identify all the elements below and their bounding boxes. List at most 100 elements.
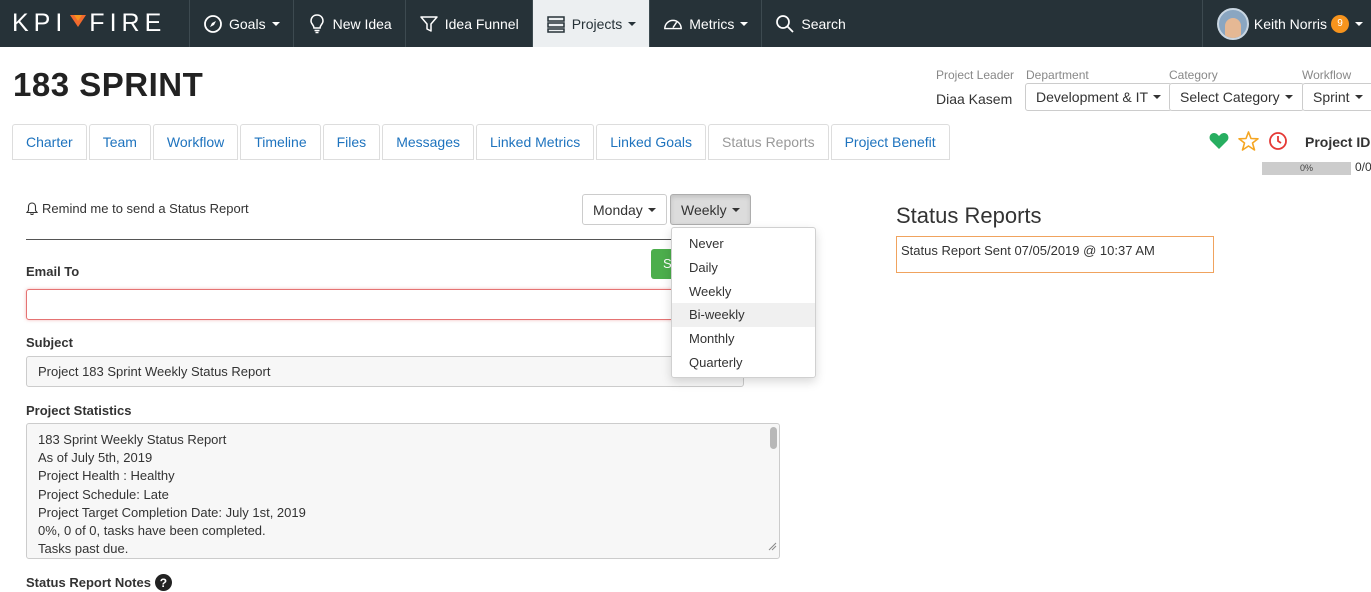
frequency-select-value: Weekly (681, 201, 727, 218)
stats-line: 183 Sprint Weekly Status Report (38, 432, 227, 447)
project-statistics-textarea[interactable]: 183 Sprint Weekly Status Report As of Ju… (26, 423, 780, 559)
category-select[interactable]: Select Category (1169, 83, 1304, 111)
progress-count: 0/0 (1355, 160, 1371, 174)
email-label: Email To (26, 264, 80, 279)
status-report-entry[interactable]: Status Report Sent 07/05/2019 @ 10:37 AM (896, 236, 1214, 273)
heart-icon[interactable] (1209, 132, 1229, 150)
category-label: Category (1169, 68, 1218, 82)
project-progress-bar: 0% (1262, 162, 1351, 175)
frequency-option-daily[interactable]: Daily (672, 256, 815, 280)
tab-workflow[interactable]: Workflow (152, 124, 239, 160)
tab-charter[interactable]: Charter (12, 124, 87, 160)
project-statistics-label: Project Statistics (26, 403, 132, 418)
subject-value: Project 183 Sprint Weekly Status Report (38, 364, 271, 379)
project-actions (1209, 131, 1297, 151)
day-select-value: Monday (593, 201, 643, 218)
gauge-icon (663, 14, 683, 34)
nav-metrics[interactable]: Metrics (650, 0, 763, 47)
chevron-down-icon (740, 21, 749, 26)
chevron-down-icon (628, 21, 637, 26)
frequency-dropdown-menu: Never Daily Weekly Bi-weekly Monthly Qua… (671, 227, 816, 378)
stats-line: As of July 5th, 2019 (38, 450, 153, 466)
stats-line: Project Schedule: Late (38, 486, 169, 502)
chevron-down-icon (1153, 95, 1162, 99)
category-value: Select Category (1180, 89, 1280, 105)
compass-icon (203, 14, 223, 34)
reminder-text: Remind me to send a Status Report (42, 201, 249, 216)
scrollbar-thumb[interactable] (770, 427, 777, 449)
stats-line: 0%, 0 of 0, tasks have been completed. (38, 523, 266, 539)
page-title: 183 SPRINT (13, 66, 204, 103)
nav-search-label: Search (801, 15, 846, 32)
logo-text-right: FIRE (89, 9, 167, 37)
project-leader-label: Project Leader (936, 68, 1015, 82)
tab-project-benefit[interactable]: Project Benefit (830, 124, 950, 160)
star-icon[interactable] (1238, 131, 1259, 151)
chevron-down-icon (1284, 95, 1293, 99)
workflow-value: Sprint (1313, 89, 1350, 105)
logo-mark-icon (69, 12, 87, 35)
chevron-down-icon (271, 21, 280, 26)
clock-icon[interactable] (1268, 131, 1288, 151)
status-reports-heading: Status Reports (896, 203, 1042, 228)
frequency-option-quarterly[interactable]: Quarterly (672, 350, 815, 374)
nav-goals[interactable]: Goals (190, 0, 294, 47)
notification-badge[interactable]: 9 (1331, 14, 1349, 33)
status-report-notes-label: Status Report Notes (26, 575, 151, 590)
nav-projects-label: Projects (571, 15, 623, 32)
nav-goals-label: Goals (229, 15, 266, 32)
kpifire-logo[interactable]: KPI FIRE (0, 0, 190, 47)
tab-team[interactable]: Team (88, 124, 151, 160)
avatar (1216, 7, 1249, 40)
resize-handle-icon[interactable] (767, 538, 777, 556)
search-icon (775, 14, 795, 34)
nav-idea-funnel[interactable]: Idea Funnel (406, 0, 533, 47)
project-id-label: Project ID: (1305, 134, 1371, 150)
nav-search[interactable]: Search (762, 0, 858, 47)
subject-field[interactable]: Project 183 Sprint Weekly Status Report (26, 356, 744, 387)
workflow-label: Workflow (1302, 68, 1352, 82)
nav-new-idea-label: New Idea (332, 15, 392, 32)
lightbulb-icon (307, 13, 327, 34)
tab-timeline[interactable]: Timeline (240, 124, 321, 160)
chevron-down-icon (731, 207, 740, 212)
tab-files[interactable]: Files (322, 124, 381, 160)
tab-messages[interactable]: Messages (382, 124, 474, 160)
frequency-option-monthly[interactable]: Monthly (672, 327, 815, 351)
user-menu[interactable]: Keith Norris 9 (1201, 0, 1371, 47)
frequency-option-bi-weekly[interactable]: Bi-weekly (672, 303, 815, 327)
workflow-select[interactable]: Sprint (1302, 83, 1371, 111)
stats-line: Project Health : Healthy (38, 468, 175, 484)
nav-idea-funnel-label: Idea Funnel (444, 15, 519, 32)
chevron-down-icon (1355, 21, 1363, 26)
projects-icon (546, 14, 566, 34)
frequency-select[interactable]: Weekly (670, 194, 751, 225)
stats-line: Project Target Completion Date: July 1st… (38, 504, 306, 520)
tab-status-reports[interactable]: Status Reports (707, 124, 829, 160)
project-tabs: Charter Team Workflow Timeline Files Mes… (12, 124, 952, 160)
department-value: Development & IT (1036, 89, 1149, 105)
funnel-icon (419, 14, 439, 34)
logo-text-left: KPI (12, 9, 68, 37)
project-leader-value: Diaa Kasem (936, 91, 1013, 107)
email-field[interactable] (26, 289, 674, 320)
status-report-notes-row: Status Report Notes ? (26, 574, 172, 591)
divider (26, 239, 672, 240)
help-icon[interactable]: ? (154, 574, 172, 591)
progress-percent: 0% (1299, 163, 1313, 173)
nav-new-idea[interactable]: New Idea (294, 0, 406, 47)
nav-metrics-label: Metrics (689, 15, 735, 32)
chevron-down-icon (1354, 95, 1363, 99)
bell-icon (26, 201, 38, 216)
nav-projects[interactable]: Projects (532, 0, 651, 47)
tab-linked-metrics[interactable]: Linked Metrics (476, 124, 595, 160)
department-label: Department (1026, 68, 1089, 82)
user-name: Keith Norris (1253, 15, 1327, 32)
day-select[interactable]: Monday (582, 194, 667, 225)
frequency-option-weekly[interactable]: Weekly (672, 279, 815, 303)
frequency-option-never[interactable]: Never (672, 232, 815, 256)
top-navbar: KPI FIRE Goals New Idea Idea Funnel Proj… (0, 0, 1371, 47)
department-select[interactable]: Development & IT (1025, 83, 1173, 111)
chevron-down-icon (647, 207, 656, 212)
tab-linked-goals[interactable]: Linked Goals (596, 124, 706, 160)
